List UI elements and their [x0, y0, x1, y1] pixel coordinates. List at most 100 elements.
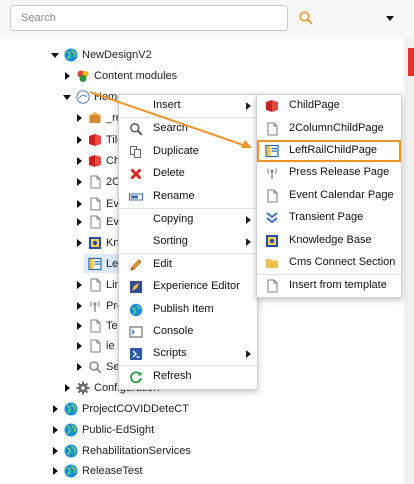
tree-item[interactable]: Lin [74, 275, 121, 295]
transient-icon [265, 211, 279, 225]
page-icon [88, 215, 102, 229]
menu-item-duplicate[interactable]: Duplicate [119, 141, 257, 163]
press-icon [88, 299, 102, 313]
tree-item-selected[interactable]: Lef [74, 254, 122, 274]
menu-item-refresh[interactable]: Refresh [119, 366, 257, 388]
expand-arrow-icon[interactable] [50, 441, 60, 461]
tree-item-label: ie [106, 340, 115, 352]
menu-item-label: Publish Item [153, 303, 214, 315]
menu-item-edit[interactable]: Edit [119, 254, 257, 276]
knowledge-icon [265, 234, 279, 248]
tree-item[interactable]: Ch [74, 151, 120, 171]
tree-item-label: Content modules [94, 70, 178, 82]
menu-item-delete[interactable]: Delete [119, 163, 257, 185]
expand-arrow-icon[interactable] [74, 233, 84, 253]
tree-item-label: ProjectCOVIDDeteCT [82, 403, 189, 415]
tree-item[interactable]: Kn [74, 233, 119, 253]
expand-arrow-icon[interactable] [74, 336, 84, 356]
expand-arrow-icon[interactable] [74, 357, 84, 377]
menu-item-experience-editor[interactable]: Experience Editor [119, 276, 257, 298]
submenu-item-label: ChildPage [289, 99, 340, 111]
knowledge-icon [88, 236, 102, 250]
globe-icon [64, 402, 78, 416]
rename-icon [129, 190, 143, 204]
menu-item-console[interactable]: Console [119, 321, 257, 343]
tree-item[interactable]: ie [74, 336, 115, 356]
expand-arrow-icon[interactable] [74, 130, 84, 150]
search-icon [129, 122, 143, 136]
expand-arrow-icon[interactable] [74, 108, 84, 128]
submenu-arrow-icon [246, 238, 251, 246]
menu-item-rename[interactable]: Rename [119, 186, 257, 208]
tree-item[interactable]: Pre [74, 296, 123, 316]
page-icon [88, 175, 102, 189]
submenu-item-childpage[interactable]: ChildPage [257, 95, 401, 117]
tree-item-home[interactable]: Home [62, 87, 123, 107]
expand-arrow-icon[interactable] [74, 194, 84, 214]
expand-arrow-icon[interactable] [50, 461, 60, 481]
expand-arrow-icon[interactable] [74, 296, 84, 316]
tree-item-public-edsight[interactable]: Public-EdSight [50, 420, 154, 440]
expand-arrow-icon[interactable] [74, 172, 84, 192]
home-globe-icon [76, 90, 90, 104]
dropdown-button[interactable] [380, 8, 400, 28]
tree-item-releasetest[interactable]: ReleaseTest [50, 461, 143, 481]
menu-item-label: Edit [153, 258, 172, 270]
tree-item-newdesignv2[interactable]: NewDesignV2 [50, 45, 152, 65]
submenu-item-event-calendar-page[interactable]: Event Calendar Page [257, 185, 401, 207]
scrollbar[interactable] [404, 38, 414, 484]
expand-arrow-icon[interactable] [74, 151, 84, 171]
expand-arrow-icon[interactable] [50, 399, 60, 419]
expand-arrow-icon[interactable] [74, 316, 84, 336]
expand-arrow-icon[interactable] [62, 66, 72, 86]
tree-item[interactable]: Tile [74, 130, 123, 150]
tree-item[interactable]: 2C [74, 172, 120, 192]
tree-item-content-modules[interactable]: Content modules [62, 66, 177, 86]
submenu-item-knowledge-base[interactable]: Knowledge Base [257, 230, 401, 252]
page-icon [88, 197, 102, 211]
menu-item-copying[interactable]: Copying [119, 209, 257, 231]
expand-arrow-icon[interactable] [74, 275, 84, 295]
page-icon [88, 339, 102, 353]
expand-arrow-icon[interactable] [50, 420, 60, 440]
submenu-item-leftrailchildpage[interactable]: LeftRailChildPage [257, 140, 401, 162]
menu-item-label: Delete [153, 167, 185, 179]
page-icon [265, 279, 279, 293]
tree-item-projectcoviddetect[interactable]: ProjectCOVIDDeteCT [50, 399, 189, 419]
submenu-item-2columnchildpage[interactable]: 2ColumnChildPage [257, 118, 401, 140]
submenu-arrow-icon [246, 216, 251, 224]
menu-item-label: Console [153, 325, 194, 337]
collapse-arrow-icon[interactable] [62, 87, 72, 107]
tree-item[interactable]: Tes [74, 316, 123, 336]
submenu-item-label: 2ColumnChildPage [289, 122, 384, 134]
tree-item[interactable]: _re [74, 108, 122, 128]
globe-icon [64, 444, 78, 458]
tree-item-label: NewDesignV2 [82, 49, 152, 61]
menu-item-label: Search [153, 122, 188, 134]
submenu-item-cms-connect-section[interactable]: Cms Connect Section [257, 252, 401, 274]
menu-item-sorting[interactable]: Sorting [119, 231, 257, 253]
search-button[interactable] [290, 5, 322, 31]
side-indicator [408, 48, 414, 76]
page-icon [265, 122, 279, 136]
submenu-item-insert-from-template[interactable]: Insert from template [257, 275, 401, 297]
submenu-item-press-release-page[interactable]: Press Release Page [257, 162, 401, 184]
menu-item-label: Sorting [153, 235, 188, 247]
menu-item-label: Refresh [153, 370, 192, 382]
menu-item-insert[interactable]: Insert [119, 95, 257, 117]
experience-editor-icon [129, 280, 143, 294]
submenu-item-label: Event Calendar Page [289, 189, 394, 201]
tree-item-label: Public-EdSight [82, 424, 155, 436]
expand-arrow-icon[interactable] [74, 212, 84, 232]
submenu-item-transient-page[interactable]: Transient Page [257, 207, 401, 229]
expand-arrow-icon[interactable] [62, 378, 72, 398]
search-icon [299, 11, 313, 25]
collapse-arrow-icon[interactable] [50, 45, 60, 65]
tree-item-rehabilitationservices[interactable]: RehabilitationServices [50, 441, 191, 461]
search-input[interactable] [10, 5, 288, 31]
submenu-arrow-icon [246, 102, 251, 110]
menu-item-publish-item[interactable]: Publish Item [119, 299, 257, 321]
submenu-item-label: Transient Page [289, 211, 364, 223]
menu-item-scripts[interactable]: Scripts [119, 343, 257, 365]
menu-item-search[interactable]: Search [119, 118, 257, 140]
